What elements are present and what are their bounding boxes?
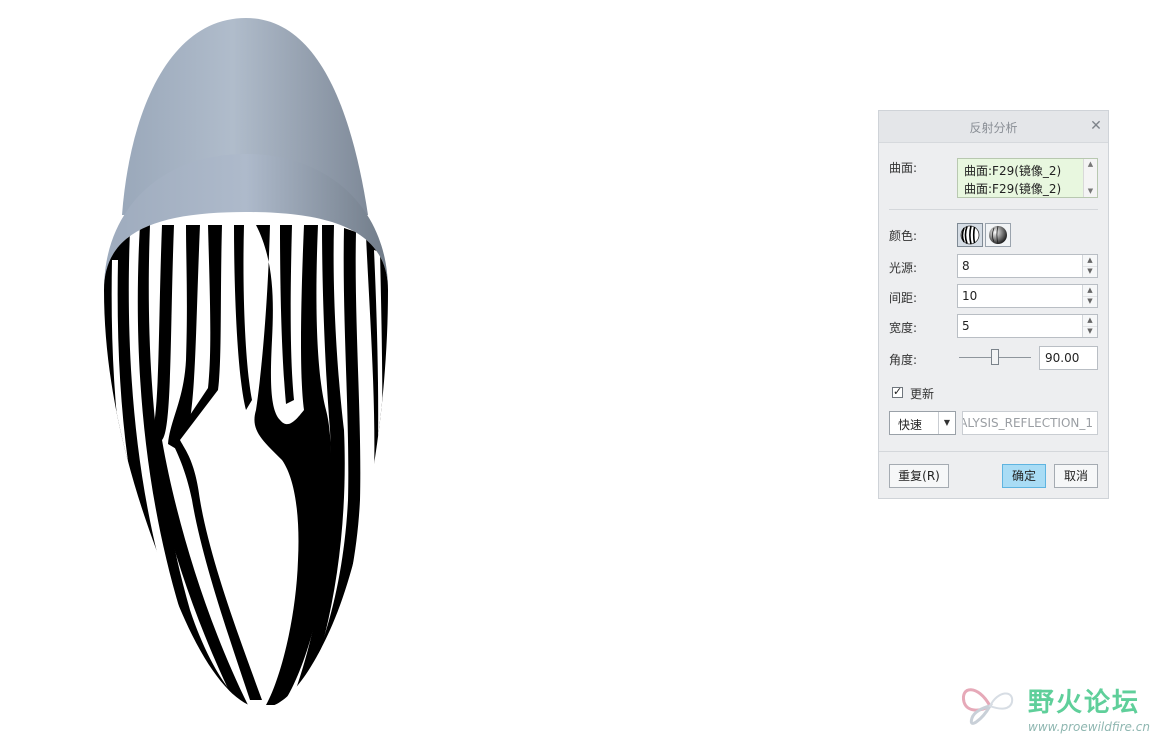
scroll-down-icon[interactable]: ▼ <box>1086 187 1095 196</box>
decrement-icon[interactable]: ▼ <box>1083 326 1097 337</box>
shaded-sphere-button[interactable] <box>985 223 1011 247</box>
zebra-stripes-icon <box>960 225 980 245</box>
stepper-buttons: ▲ ▼ <box>1082 285 1097 307</box>
spacing-label: 间距: <box>889 291 918 305</box>
ok-button[interactable]: 确定 <box>1002 464 1046 488</box>
compute-mode-value: 快速 <box>898 418 923 432</box>
shaded-sphere-icon <box>989 225 1007 245</box>
stepper-buttons: ▲ ▼ <box>1082 255 1097 277</box>
cancel-button[interactable]: 取消 <box>1054 464 1098 488</box>
light-source-stepper[interactable]: ▲ ▼ <box>957 254 1098 278</box>
watermark-url: www.proewildfire.cn <box>1028 720 1150 734</box>
color-label: 颜色: <box>889 229 918 243</box>
width-stepper[interactable]: ▲ ▼ <box>957 314 1098 338</box>
slider-thumb[interactable] <box>991 349 999 365</box>
dialog-titlebar[interactable]: 反射分析 ✕ <box>879 111 1108 143</box>
surface-list-item[interactable]: 曲面:F29(镜像_2) <box>964 180 1061 197</box>
chevron-down-icon[interactable]: ▼ <box>938 412 955 434</box>
surface-label: 曲面: <box>889 161 918 175</box>
model-viewport[interactable] <box>0 0 860 746</box>
scroll-up-icon[interactable]: ▲ <box>1086 160 1095 169</box>
decrement-icon[interactable]: ▼ <box>1083 266 1097 277</box>
repeat-button[interactable]: 重复(R) <box>889 464 949 488</box>
watermark-text: 野火论坛 <box>1028 688 1141 718</box>
spacing-input[interactable] <box>958 285 1082 307</box>
forum-watermark: 野火论坛 www.proewildfire.cn <box>958 676 1168 742</box>
surface-collector-list[interactable]: 曲面:F29(镜像_2) 曲面:F29(镜像_2) ▲ ▼ <box>957 158 1098 198</box>
angle-input[interactable] <box>1040 347 1097 369</box>
zebra-color-button[interactable] <box>957 223 983 247</box>
analysis-name-field[interactable] <box>962 411 1098 435</box>
spacing-stepper[interactable]: ▲ ▼ <box>957 284 1098 308</box>
checkmark-icon: ✓ <box>893 385 903 398</box>
width-input[interactable] <box>958 315 1082 337</box>
stepper-buttons: ▲ ▼ <box>1082 315 1097 337</box>
light-source-input[interactable] <box>958 255 1082 277</box>
angle-field[interactable] <box>1039 346 1098 370</box>
zebra-stripe-surface <box>104 212 388 708</box>
surface-list-item[interactable]: 曲面:F29(镜像_2) <box>964 162 1061 179</box>
zebra-reflection-model[interactable] <box>0 0 860 746</box>
light-source-label: 光源: <box>889 261 918 275</box>
close-icon[interactable]: ✕ <box>1088 118 1104 134</box>
decrement-icon[interactable]: ▼ <box>1083 296 1097 307</box>
angle-label: 角度: <box>889 353 918 367</box>
analysis-name-input[interactable] <box>963 412 1097 434</box>
update-checkbox[interactable]: ✓ <box>892 385 903 398</box>
compute-mode-select[interactable]: 快速 ▼ <box>889 411 956 435</box>
reflection-analysis-dialog: 反射分析 ✕ 曲面: 曲面:F29(镜像_2) 曲面:F29(镜像_2) ▲ ▼… <box>878 110 1109 499</box>
butterfly-logo-icon <box>961 688 1014 725</box>
list-scrollbar[interactable]: ▲ ▼ <box>1083 159 1097 197</box>
dialog-title: 反射分析 <box>969 121 1018 135</box>
section-divider <box>889 209 1098 210</box>
update-label: 更新 <box>910 387 935 401</box>
width-label: 宽度: <box>889 321 918 335</box>
footer-divider <box>879 451 1108 452</box>
angle-slider[interactable] <box>959 347 1031 367</box>
